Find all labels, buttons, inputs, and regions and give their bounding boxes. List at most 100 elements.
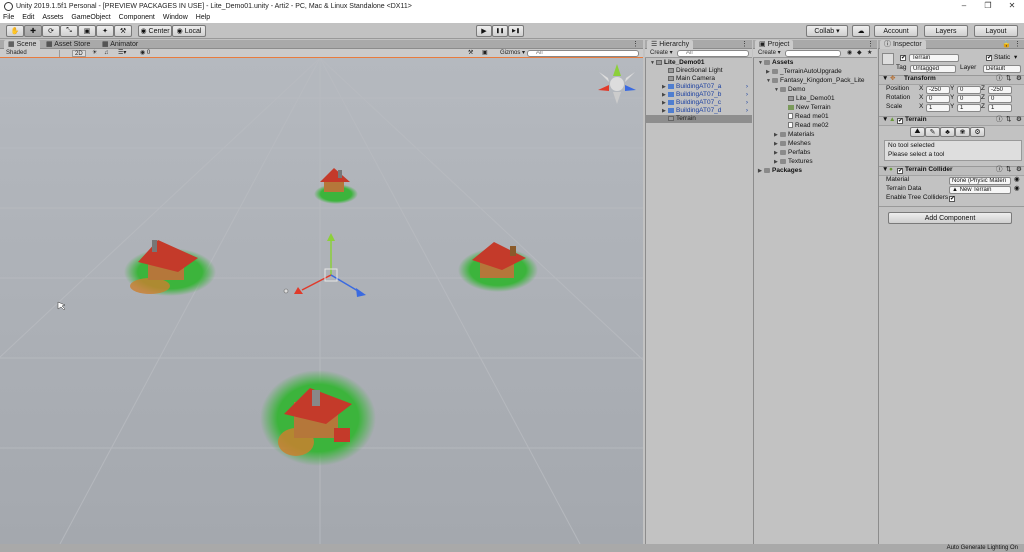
gizmos-dropdown[interactable]: Gizmos ▾ xyxy=(498,50,527,57)
terrain-settings-icon[interactable]: ⚙ xyxy=(970,127,985,137)
paint-terrain-icon[interactable]: ✎ xyxy=(925,127,940,137)
tab-hierarchy[interactable]: ☰ Hierarchy xyxy=(647,40,694,49)
scene-viewport[interactable] xyxy=(0,58,643,544)
tab-animator[interactable]: ▦ Animator xyxy=(98,40,142,49)
project-menu-icon[interactable]: ⋮ xyxy=(863,40,878,49)
step-button[interactable]: ▶❚ xyxy=(508,25,524,37)
prefab-open-icon[interactable]: › xyxy=(746,107,748,115)
position-x-field[interactable]: -250 xyxy=(926,86,950,94)
hierarchy-search-input[interactable]: All xyxy=(677,50,749,57)
minimize-button[interactable]: – xyxy=(952,0,976,12)
hierarchy-item-building-a[interactable]: ▶ BuildingAT07_a › xyxy=(662,83,750,91)
object-name-field[interactable]: Terrain xyxy=(909,54,959,62)
component-gear-icon[interactable]: ⚙ xyxy=(1016,116,1022,124)
close-button[interactable]: ✕ xyxy=(1000,0,1024,12)
add-component-button[interactable]: Add Component xyxy=(888,212,1012,224)
lighting-toggle-icon[interactable]: ☀ xyxy=(90,50,99,57)
help-icon[interactable]: ⓘ xyxy=(996,166,1003,174)
paint-trees-icon[interactable]: ♣ xyxy=(940,127,955,137)
position-z-field[interactable]: -250 xyxy=(988,86,1012,94)
rotation-z-field[interactable]: 0 xyxy=(988,95,1012,103)
rotation-x-field[interactable]: 0 xyxy=(926,95,950,103)
project-item-materials[interactable]: ▶ Materials xyxy=(774,131,814,139)
enable-tree-colliders-checkbox[interactable]: ✔ xyxy=(949,196,955,202)
hierarchy-scene-root[interactable]: ▼ Lite_Demo01 xyxy=(650,59,704,67)
collider-enabled-checkbox[interactable]: ✔ xyxy=(897,168,903,174)
preset-icon[interactable]: ⇅ xyxy=(1006,116,1011,124)
inspector-menu-icon[interactable]: ⋮ xyxy=(1010,40,1024,49)
layer-dropdown[interactable]: Default xyxy=(983,65,1021,73)
project-item-textures[interactable]: ▶ Textures xyxy=(774,158,813,166)
static-checkbox[interactable]: ✔ xyxy=(986,55,992,61)
project-item-terrainautoupgrade[interactable]: ▶ _TerrainAutoUpgrade xyxy=(766,68,842,76)
layers-button[interactable]: Layers xyxy=(924,25,968,37)
hierarchy-item-terrain[interactable]: Terrain xyxy=(645,115,752,123)
terrain-enabled-checkbox[interactable]: ✔ xyxy=(897,118,903,124)
material-field[interactable]: None (Physic Materi xyxy=(949,177,1011,185)
menu-component[interactable]: Component xyxy=(119,14,155,21)
tab-project[interactable]: ▣ Project xyxy=(755,40,794,49)
cloud-icon[interactable]: ☁ xyxy=(852,25,870,37)
menu-file[interactable]: File xyxy=(3,14,14,21)
rotate-tool-button[interactable]: ⟳ xyxy=(42,25,60,37)
project-item-fantasy-kingdom-pack-lite[interactable]: ▼ Fantasy_Kingdom_Pack_Lite xyxy=(766,77,865,85)
building-bottom[interactable] xyxy=(260,370,376,466)
menu-edit[interactable]: Edit xyxy=(22,14,34,21)
object-picker-icon[interactable]: ◉ xyxy=(1014,185,1020,193)
effects-dropdown-icon[interactable]: ☰▾ xyxy=(116,50,128,57)
camera-settings-icon[interactable]: ▣ xyxy=(480,50,490,57)
help-icon[interactable]: ⓘ xyxy=(996,75,1003,83)
play-button[interactable]: ▶ xyxy=(476,25,492,37)
project-create-dropdown[interactable]: Create ▾ xyxy=(756,50,783,57)
preset-icon[interactable]: ⇅ xyxy=(1006,166,1011,174)
tag-dropdown[interactable]: Untagged xyxy=(910,65,956,73)
project-item-new-terrain[interactable]: New Terrain xyxy=(782,104,831,112)
menu-assets[interactable]: Assets xyxy=(42,14,63,21)
hierarchy-item-main-camera[interactable]: Main Camera xyxy=(668,75,715,83)
account-button[interactable]: Account xyxy=(874,25,918,37)
prefab-open-icon[interactable]: › xyxy=(746,91,748,99)
pause-button[interactable]: ❚❚ xyxy=(492,25,508,37)
collapse-arrow-icon[interactable]: ▼ xyxy=(882,75,888,83)
help-icon[interactable]: ⓘ xyxy=(996,116,1003,124)
project-item-lite-demo01[interactable]: Lite_Demo01 xyxy=(782,95,835,103)
scale-z-field[interactable]: 1 xyxy=(988,104,1012,112)
prefab-open-icon[interactable]: › xyxy=(746,83,748,91)
mode-2d-toggle[interactable]: 2D xyxy=(72,50,86,57)
object-picker-icon[interactable]: ◉ xyxy=(1014,176,1020,184)
menu-gameobject[interactable]: GameObject xyxy=(71,14,110,21)
pivot-center-button[interactable]: ◉ Center xyxy=(138,25,172,37)
transform-tool-button[interactable]: ✦ xyxy=(96,25,114,37)
position-y-field[interactable]: 0 xyxy=(957,86,981,94)
layout-button[interactable]: Layout xyxy=(974,25,1018,37)
static-dropdown-icon[interactable]: ▾ xyxy=(1014,54,1017,62)
favorite-icon[interactable]: ★ xyxy=(865,50,874,57)
scene-canvas[interactable] xyxy=(0,58,643,544)
rotation-y-field[interactable]: 0 xyxy=(957,95,981,103)
project-item-packages[interactable]: ▶ Packages xyxy=(758,167,802,175)
hierarchy-create-dropdown[interactable]: Create ▾ xyxy=(648,50,675,57)
paint-details-icon[interactable]: ❀ xyxy=(955,127,970,137)
project-item-meshes[interactable]: ▶ Meshes xyxy=(774,140,811,148)
project-item-read-me01[interactable]: Read me01 xyxy=(782,113,829,121)
scale-x-field[interactable]: 1 xyxy=(926,104,950,112)
move-tool-button[interactable]: ✚ xyxy=(24,25,42,37)
tab-asset-store[interactable]: ▦ Asset Store xyxy=(42,40,94,49)
hierarchy-menu-icon[interactable]: ⋮ xyxy=(737,40,752,49)
collapse-arrow-icon[interactable]: ▼ xyxy=(882,166,888,174)
filter-type-icon[interactable]: ◉ xyxy=(845,50,854,57)
project-item-perfabs[interactable]: ▶ Perfabs xyxy=(774,149,810,157)
shading-dropdown[interactable]: Shaded xyxy=(4,50,60,57)
preset-icon[interactable]: ⇅ xyxy=(1006,75,1011,83)
collapse-arrow-icon[interactable]: ▼ xyxy=(882,116,888,124)
hierarchy-item-building-b[interactable]: ▶ BuildingAT07_b › xyxy=(662,91,750,99)
menu-window[interactable]: Window xyxy=(163,14,188,21)
collab-button[interactable]: Collab ▾ xyxy=(806,25,848,37)
terrain-data-field[interactable]: ▲ New Terrain xyxy=(949,186,1011,194)
tab-scene[interactable]: ▦ Scene xyxy=(4,40,41,49)
scale-tool-button[interactable]: ⤡ xyxy=(60,25,78,37)
prefab-open-icon[interactable]: › xyxy=(746,99,748,107)
menu-help[interactable]: Help xyxy=(196,14,210,21)
hierarchy-item-directional-light[interactable]: Directional Light xyxy=(668,67,723,75)
audio-toggle-icon[interactable]: ♫ xyxy=(102,50,111,57)
